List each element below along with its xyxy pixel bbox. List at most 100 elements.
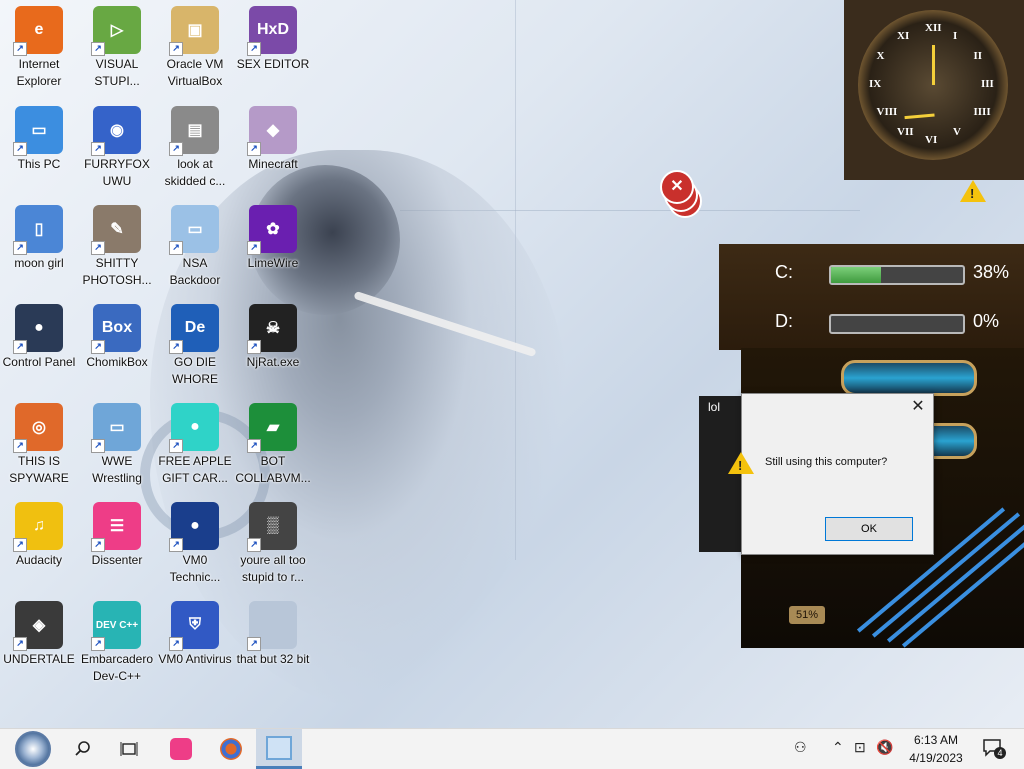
desktop-icon-control-panel[interactable]: ● ↗ Control Panel (0, 298, 78, 371)
visual-studio-icon: ▷ ↗ (91, 6, 141, 56)
firefox-icon: ◉ ↗ (91, 106, 141, 156)
desktop-icon-label: VM0 Technic... (169, 553, 221, 584)
desktop-icon-this-pc[interactable]: ▭ ↗ This PC (0, 100, 78, 173)
task-view-button[interactable] (106, 729, 152, 769)
gimp-icon: ✎ ↗ (91, 205, 141, 255)
desktop-icon-visual-studio[interactable]: ▷ ↗ VISUAL STUPI... (78, 0, 156, 90)
taskbar-wwe-wrestling[interactable] (256, 729, 302, 769)
desktop-icon-grid: e ↗ Internet Explorer ▷ ↗ VISUAL STUPI... ▣ ↗ Or… (0, 0, 330, 700)
desktop-icon-internet-explorer[interactable]: e ↗ Internet Explorer (0, 0, 78, 90)
desktop-icon-label: moon girl (14, 256, 64, 270)
desktop-icon-bot-collabvm[interactable]: ▰ ↗ BOT COLLABVM... (234, 397, 312, 487)
window-icon (266, 735, 292, 760)
shortcut-arrow-icon: ↗ (13, 439, 27, 453)
shortcut-arrow-icon: ↗ (91, 42, 105, 56)
limewire-icon: ✿ ↗ (247, 205, 297, 255)
desktop-icon-label: Embarcadero Dev-C++ (80, 652, 154, 683)
desktop-icon-free-apple-gift-card[interactable]: ● ↗ FREE APPLE GIFT CAR... (156, 397, 234, 487)
shortcut-arrow-icon: ↗ (91, 241, 105, 255)
taskbar-spyware-browser[interactable] (208, 729, 254, 769)
dialog-parent-window[interactable] (699, 396, 743, 552)
clock-time: 6:13 AM (913, 733, 959, 747)
desktop-icon-limewire[interactable]: ✿ ↗ LimeWire (234, 199, 312, 272)
chomikbox-icon: Box ↗ (91, 304, 141, 354)
clock-numeral: VIII (876, 106, 898, 118)
notification-count: 4 (994, 747, 1006, 759)
desktop-icon-dissenter[interactable]: ☰ ↗ Dissenter (78, 496, 156, 569)
desktop-icon-minecraft[interactable]: ◆ ↗ Minecraft (234, 100, 312, 173)
desktop-icon-gimp[interactable]: ✎ ↗ SHITTY PHOTOSH... (78, 199, 156, 289)
drive-gadget[interactable]: C: 38% D: 0% (719, 244, 1024, 350)
desktop-icon-chomikbox[interactable]: Box ↗ ChomikBox (78, 298, 156, 371)
clock-numeral: VII (897, 126, 914, 139)
drive-percent: 38% (973, 262, 1010, 282)
wallpaper-pipe (353, 290, 537, 358)
ok-button[interactable]: OK (825, 517, 913, 541)
shortcut-arrow-icon: ↗ (13, 340, 27, 354)
search-icon (75, 741, 90, 756)
task-view-icon (120, 742, 138, 756)
desktop-icon-vm0-antivirus[interactable]: ⛨ ↗ VM0 Antivirus (156, 595, 234, 668)
desktop-icon-look-at-skidded[interactable]: ▤ ↗ look at skidded c... (156, 100, 234, 190)
audacity-icon: ♫ ↗ (13, 502, 63, 552)
chevron-up-icon[interactable]: ⌃ (832, 739, 844, 756)
people-icon[interactable]: ⚇ (794, 739, 807, 756)
desktop-icon-youre-all-too-stupid[interactable]: ▒ ↗ youre all too stupid to r... (234, 496, 312, 586)
desktop-icon-go-die-whore[interactable]: De ↗ GO DIE WHORE (156, 298, 234, 388)
drive-usage-fill (831, 267, 882, 283)
shortcut-arrow-icon: ↗ (169, 340, 183, 354)
desktop-icon-label: ChomikBox (86, 355, 148, 369)
taskbar-dissenter[interactable] (158, 729, 204, 769)
start-orb-icon (15, 731, 51, 767)
desktop-icon-embarcadero-devcpp[interactable]: DEV C++ ↗ Embarcadero Dev-C++ (78, 595, 156, 685)
this-is-spyware-icon: ◎ ↗ (13, 403, 63, 453)
drive-usage-bar (829, 265, 965, 285)
taskbar: ⚇ ⌃ ⊡ 🔇 6:13 AM 4/19/2023 4 (0, 728, 1024, 769)
desktop-icon-that-but-32-bit[interactable]: ↗ that but 32 bit (234, 595, 312, 668)
shortcut-arrow-icon: ↗ (91, 538, 105, 552)
desktop-icon-moon-girl[interactable]: ▯ ↗ moon girl (0, 199, 78, 272)
notification-button[interactable]: 4 (982, 737, 1006, 759)
desktop-icon-vm0-technic[interactable]: ● ↗ VM0 Technic... (156, 496, 234, 586)
minecraft-icon: ◆ ↗ (247, 106, 297, 156)
close-icon[interactable]: ✕ (909, 398, 927, 416)
desktop-icon-label: Control Panel (2, 355, 76, 369)
shortcut-arrow-icon: ↗ (13, 637, 27, 651)
desktop-icon-label: FREE APPLE GIFT CAR... (158, 454, 232, 485)
desktop-icon-nsa-backdoor[interactable]: ▭ ↗ NSA Backdoor (156, 199, 234, 289)
clock-numeral: I (953, 29, 958, 42)
njrat-icon: ☠ ↗ (247, 304, 297, 354)
desktop-icon-label: Dissenter (91, 553, 143, 567)
clock-gadget[interactable]: XII I II III IIII V VI VII VIII IX X XI (844, 0, 1024, 180)
dialog-parent-title: lol (708, 400, 721, 414)
desktop-icon-undertale[interactable]: ◈ ↗ UNDERTALE (0, 595, 78, 668)
clock-hour-hand (932, 45, 935, 85)
shortcut-arrow-icon: ↗ (13, 42, 27, 56)
warning-mark: ! (738, 458, 743, 473)
network-icon[interactable]: ⊡ (854, 739, 866, 756)
shortcut-arrow-icon: ↗ (91, 340, 105, 354)
shortcut-arrow-icon: ↗ (247, 340, 261, 354)
speaker-muted-icon[interactable]: 🔇 (876, 739, 893, 756)
moon-girl-icon: ▯ ↗ (13, 205, 63, 255)
desktop-icon-hxd[interactable]: HxD ↗ SEX EDITOR (234, 0, 312, 73)
desktop-icon-label: Minecraft (248, 157, 298, 171)
message-dialog: ✕ ! Still using this computer? OK (728, 393, 934, 555)
nsa-backdoor-icon: ▭ ↗ (169, 205, 219, 255)
desktop-icon-label: look at skidded c... (164, 157, 226, 188)
desktop-icon-audacity[interactable]: ♫ ↗ Audacity (0, 496, 78, 569)
clock[interactable]: 6:13 AM 4/19/2023 (898, 731, 974, 767)
start-button[interactable] (10, 729, 56, 769)
clock-numeral: XI (897, 29, 910, 42)
drive-row: C: 38% (739, 256, 1019, 290)
desktop-icon-this-is-spyware[interactable]: ◎ ↗ THIS IS SPYWARE (0, 397, 78, 487)
desktop-icon-wwe-wrestling[interactable]: ▭ ↗ WWE Wrestling (78, 397, 156, 487)
clock-face: XII I II III IIII V VI VII VIII IX X XI (858, 10, 1008, 160)
search-button[interactable] (60, 729, 106, 769)
desktop-icon-virtualbox[interactable]: ▣ ↗ Oracle VM VirtualBox (156, 0, 234, 90)
shortcut-arrow-icon: ↗ (247, 439, 261, 453)
shortcut-arrow-icon: ↗ (169, 637, 183, 651)
desktop-icon-njrat[interactable]: ☠ ↗ NjRat.exe (234, 298, 312, 371)
clock-date: 4/19/2023 (909, 751, 963, 765)
desktop-icon-firefox[interactable]: ◉ ↗ FURRYFOX UWU (78, 100, 156, 190)
